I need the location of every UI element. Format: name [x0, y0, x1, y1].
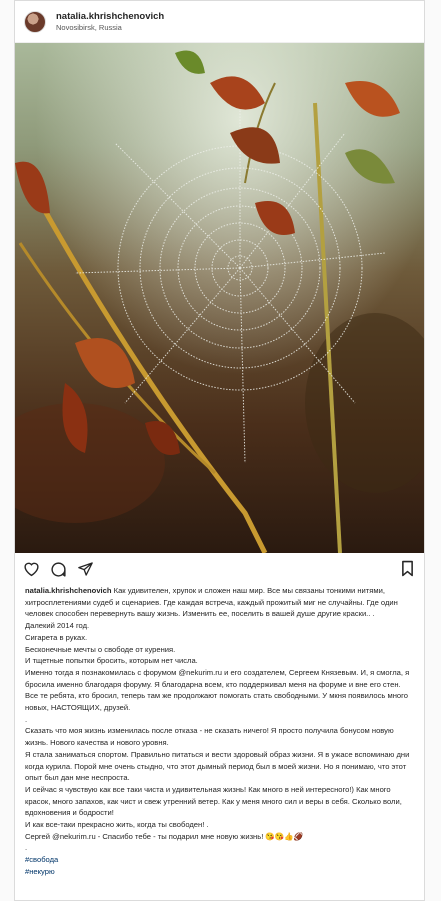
caption-line: И тщетные попытки бросить, которым нет ч… [25, 656, 198, 666]
caption-line: Далекий 2014 год. [25, 621, 90, 631]
post-card: natalia.khrishchenovich Novosibirsk, Rus… [14, 0, 425, 901]
hashtag-link[interactable]: #некурю [25, 866, 414, 878]
caption-dot: . [25, 714, 28, 724]
post-author: natalia.khrishchenovich Novosibirsk, Rus… [56, 11, 164, 31]
post-caption: natalia.khrishchenovich Как удивителен, … [15, 585, 424, 878]
post-location[interactable]: Novosibirsk, Russia [56, 23, 164, 32]
bookmark-icon[interactable] [401, 560, 414, 577]
author-username[interactable]: natalia.khrishchenovich [56, 11, 164, 22]
caption-line: И сейчас я чувствую как все таки чиста и… [25, 784, 402, 818]
paper-plane-icon[interactable] [77, 561, 94, 577]
caption-line: Сергей @nekurim.ru - Спасибо тебе - ты п… [25, 831, 304, 841]
caption-first: natalia.khrishchenovich Как удивителен, … [25, 585, 414, 620]
avatar[interactable] [24, 10, 46, 33]
caption-username[interactable]: natalia.khrishchenovich [25, 586, 112, 595]
speech-bubble-icon[interactable] [50, 561, 67, 578]
heart-outline-icon[interactable] [23, 561, 40, 577]
caption-line: Я стала заниматься спортом. Правильно пи… [25, 749, 410, 783]
caption-line: Сигарета в руках. [25, 632, 88, 642]
hashtag-link[interactable]: #свобода [25, 854, 414, 866]
caption-dot: . [25, 843, 28, 853]
caption-line: Бесконечные мечты о свободе от курения. [25, 644, 176, 654]
caption-line: И как все-таки прекрасно жить, когда ты … [25, 820, 209, 830]
post-actions [15, 553, 424, 585]
post-photo[interactable] [15, 43, 424, 553]
caption-line: Именно тогда я познакомилась с форумом @… [25, 667, 410, 713]
caption-line: Сказать что моя жизнь изменилась после о… [25, 726, 394, 748]
post-header: natalia.khrishchenovich Novosibirsk, Rus… [15, 1, 424, 43]
